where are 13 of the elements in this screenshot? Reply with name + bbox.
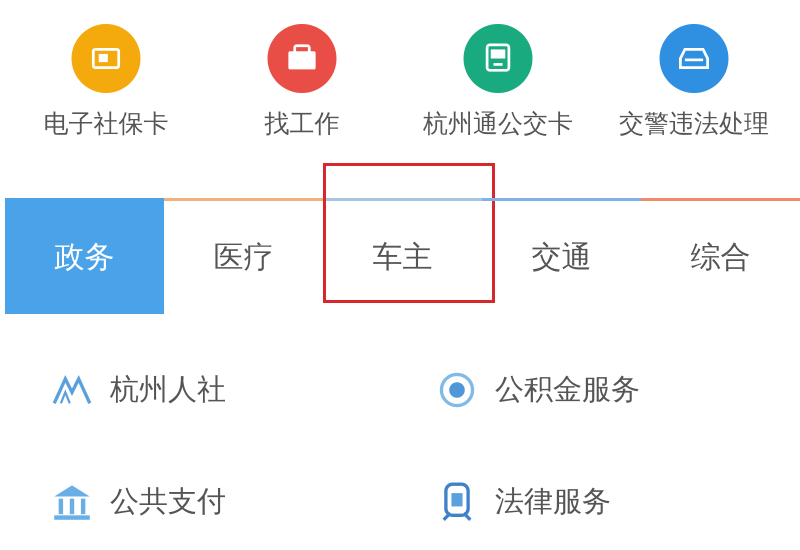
shortcut-item[interactable]: 找工作 [212,24,392,140]
tab[interactable]: 综合 [641,198,800,314]
tab[interactable]: 医疗 [164,198,323,314]
service-item[interactable]: 公共支付 [52,482,437,522]
service-item[interactable]: 公积金服务 [437,370,800,410]
service-item[interactable]: 法律服务 [437,482,800,522]
tab[interactable]: 交通 [482,198,641,314]
shortcut-item[interactable]: 交警违法处理 [604,24,784,140]
service-item[interactable]: 杭州人社 [52,370,437,410]
tab[interactable]: 车主 [323,198,482,314]
coin-icon [437,370,477,410]
shortcut-item[interactable]: 杭州通公交卡 [408,24,588,140]
shortcut-item[interactable]: 电子社保卡 [16,24,196,140]
